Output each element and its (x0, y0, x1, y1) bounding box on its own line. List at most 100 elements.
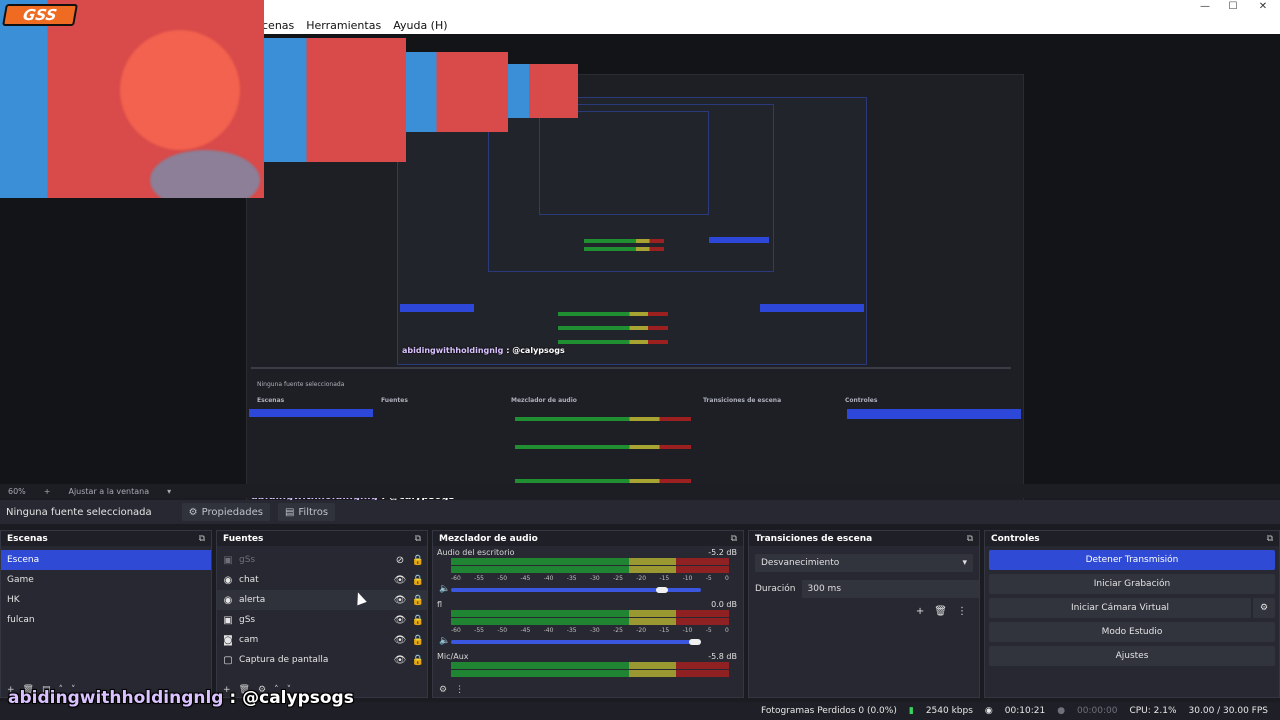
scenes-dock-header: Escenas ⧉ (1, 531, 211, 546)
zoom-level[interactable]: 60% (8, 487, 26, 496)
volume-slider[interactable] (451, 639, 701, 645)
eye-icon[interactable]: 👁 (391, 615, 409, 626)
more-icon[interactable]: ⋮ (455, 685, 464, 695)
scenes-title: Escenas (7, 533, 48, 544)
cpu-usage: CPU: 2.1% (1129, 706, 1177, 716)
speaker-icon[interactable]: 🔈 (439, 636, 450, 646)
selection-label: Ninguna fuente seleccionada (6, 506, 152, 518)
channel-name: fl (437, 600, 443, 609)
lock-icon[interactable]: 🔒 (409, 595, 427, 606)
menu-scenes[interactable]: cenas (262, 19, 294, 32)
webcam-echo-2 (406, 52, 508, 132)
image-icon: ▣ (223, 554, 233, 566)
eye-icon[interactable]: 👁 (391, 655, 409, 666)
start-recording-button[interactable]: Iniciar Grabación (989, 574, 1275, 594)
filters-button[interactable]: ▤ Filtros (277, 503, 336, 521)
slider-knob[interactable] (655, 587, 668, 593)
sources-dock: Fuentes ⧉ ▣ gSs ⊘ 🔒 ◉ chat 👁 🔒 ◉ alerta 👁 🔒 ▣ gSs 👁 🔒… (216, 530, 428, 698)
nested-meter (584, 247, 664, 251)
nested-meter (558, 340, 668, 344)
nested-overlay-text: abidingwithholdingnlg : @calypsogs (402, 346, 565, 355)
scene-item[interactable]: HK (1, 590, 211, 610)
nested-accent (709, 237, 769, 243)
settings-button[interactable]: Ajustes (989, 646, 1275, 666)
minimize-button[interactable]: — (1190, 0, 1220, 14)
selection-bar: Ninguna fuente seleccionada ⚙ Propiedades… (0, 500, 1280, 524)
source-item[interactable]: ◙ cam 👁 🔒 (217, 630, 427, 650)
chevron-down-icon[interactable]: ▾ (167, 487, 171, 496)
lock-icon[interactable]: 🔒 (409, 555, 427, 566)
properties-button[interactable]: ⚙ Propiedades (181, 503, 270, 521)
fps: 30.00 / 30.00 FPS (1188, 706, 1268, 716)
dock-float-icon[interactable]: ⧉ (199, 534, 205, 544)
zoom-fit[interactable]: Ajustar a la ventana (68, 487, 149, 496)
webcam-subject (150, 150, 260, 198)
preview-area[interactable]: abidingwithholdingnlg : @calypsogs Ningu… (0, 0, 1280, 512)
volume-meter (451, 558, 729, 565)
lock-icon[interactable]: 🔒 (409, 655, 427, 666)
nested-meter (515, 479, 691, 483)
source-label: Captura de pantalla (239, 655, 329, 665)
eye-icon[interactable]: 👁 (391, 575, 409, 586)
eye-icon[interactable]: 👁 (391, 635, 409, 646)
trash-icon[interactable]: 🗑 (934, 606, 947, 617)
more-icon[interactable]: ⋮ (957, 606, 967, 617)
duration-input[interactable]: 300 ms (801, 580, 979, 598)
dock-float-icon[interactable]: ⧉ (967, 534, 973, 544)
nested-controls-title: Controles (845, 397, 878, 404)
start-virtual-camera-button[interactable]: Iniciar Cámara Virtual (989, 598, 1251, 618)
source-item[interactable]: ▣ gSs 👁 🔒 (217, 610, 427, 630)
webcam-overlay: GSS (0, 0, 264, 198)
nested-scenes-title: Escenas (257, 397, 285, 404)
nested-meter (558, 312, 668, 316)
lock-icon[interactable]: 🔒 (409, 575, 427, 586)
mixer-channel: Mic/Aux -5.8 dB (433, 650, 743, 686)
nested-accent (400, 304, 474, 312)
volume-meter (451, 610, 729, 617)
chat-message: @calypsogs (242, 688, 354, 708)
source-item[interactable]: ◉ chat 👁 🔒 (217, 570, 427, 590)
dock-float-icon[interactable]: ⧉ (731, 534, 737, 544)
source-item[interactable]: ▣ gSs ⊘ 🔒 (217, 550, 427, 570)
nested-accent (760, 304, 864, 312)
volume-meter (451, 618, 729, 625)
record-icon: ● (1057, 706, 1066, 716)
scene-item[interactable]: Game (1, 570, 211, 590)
menu-help[interactable]: Ayuda (H) (393, 19, 447, 32)
virtual-camera-settings-icon[interactable]: ⚙ (1253, 598, 1275, 618)
browser-icon: ◉ (223, 574, 233, 586)
sources-title: Fuentes (223, 533, 264, 544)
slider-knob[interactable] (689, 639, 701, 645)
dock-float-icon[interactable]: ⧉ (415, 534, 421, 544)
source-item[interactable]: ◉ alerta 👁 🔒 (217, 590, 427, 610)
stop-streaming-button[interactable]: Detener Transmisión (989, 550, 1275, 570)
scene-item[interactable]: fulcan (1, 610, 211, 630)
nested-scene-selected (249, 409, 373, 417)
add-icon[interactable]: + (916, 606, 924, 617)
meter-ticks: -60 -55 -50 -45 -40 -35 -30 -25 -20 -15 -10 -5 0 (451, 627, 729, 634)
transitions-title: Transiciones de escena (755, 533, 873, 544)
transition-select[interactable]: Desvanecimiento ▾ (755, 554, 973, 572)
mixer-channel: fl 0.0 dB -60 -55 -50 -45 -40 -35 -30 -25 -20 -15… (433, 598, 743, 650)
channel-db: -5.2 dB (708, 548, 737, 557)
close-button[interactable]: ✕ (1248, 0, 1278, 14)
gear-icon[interactable]: ⚙ (439, 685, 447, 695)
sources-dock-header: Fuentes ⧉ (217, 531, 427, 546)
lock-icon[interactable]: 🔒 (409, 615, 427, 626)
studio-mode-button[interactable]: Modo Estudio (989, 622, 1275, 642)
meter-ticks: -60 -55 -50 -45 -40 -35 -30 -25 -20 -15 -10 -5 0 (451, 575, 729, 582)
eye-hidden-icon[interactable]: ⊘ (391, 555, 409, 566)
speaker-icon[interactable]: 🔈 (439, 584, 450, 594)
channel-logo: GSS (2, 4, 78, 26)
dock-float-icon[interactable]: ⧉ (1267, 534, 1273, 544)
mixer-toolbar: ⚙ ⋮ (433, 683, 743, 697)
source-item[interactable]: ▢ Captura de pantalla 👁 🔒 (217, 650, 427, 670)
maximize-button[interactable]: ☐ (1218, 0, 1248, 14)
lock-icon[interactable]: 🔒 (409, 635, 427, 646)
menu-tools[interactable]: Herramientas (306, 19, 381, 32)
volume-slider[interactable] (451, 587, 701, 593)
zoom-plus-icon[interactable]: + (44, 487, 51, 496)
record-time: 00:00:00 (1077, 706, 1118, 716)
scene-item[interactable]: Escena (1, 550, 211, 570)
eye-icon[interactable]: 👁 (391, 595, 409, 606)
